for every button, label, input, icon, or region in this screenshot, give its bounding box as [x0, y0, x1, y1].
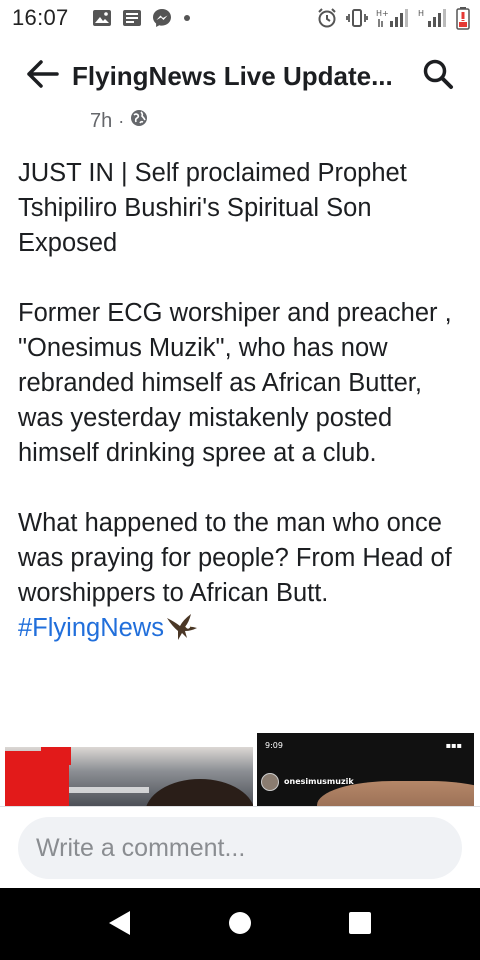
- post-paragraph-3: What happened to the man who once was pr…: [18, 509, 452, 607]
- battery-low-icon: [456, 6, 470, 30]
- hashtag-link[interactable]: #FlyingNews: [18, 614, 164, 642]
- nav-recents-icon: [348, 911, 372, 940]
- signal-h-plus-icon: H+: [376, 7, 410, 29]
- status-system-icons: H+ H: [316, 6, 470, 30]
- nav-home-icon: [227, 910, 253, 941]
- nav-recents-button[interactable]: [343, 908, 377, 942]
- system-nav-bar: [0, 888, 480, 960]
- net-label-1: H+: [376, 9, 389, 18]
- vibrate-icon: [346, 8, 368, 28]
- image-avatar: [261, 773, 279, 791]
- back-arrow-icon: [25, 59, 59, 94]
- post-meta: 7h ·: [90, 109, 148, 133]
- messenger-icon: [152, 8, 172, 28]
- comment-bar: [0, 806, 480, 888]
- dot-icon: [182, 13, 192, 23]
- app-header: FlyingNews Live Update...: [0, 44, 480, 108]
- nav-home-button[interactable]: [223, 908, 257, 942]
- image-status-icons: ▪▪▪: [445, 741, 462, 750]
- status-bar: 16:07 H+ H: [0, 0, 480, 36]
- post-image-left[interactable]: [5, 747, 253, 806]
- image-status-time: 9:09: [265, 741, 283, 750]
- alarm-icon: [316, 7, 338, 29]
- back-button[interactable]: [22, 58, 62, 94]
- post-paragraph-1: JUST IN | Self proclaimed Prophet Tshipi…: [18, 159, 407, 257]
- hashtag-line: #FlyingNews: [18, 611, 466, 652]
- image-username: onesimusmuzik: [284, 777, 354, 786]
- gallery-icon: [92, 9, 112, 27]
- post-media: 9:09 ▪▪▪ onesimusmuzik: [0, 730, 480, 806]
- post-time[interactable]: 7h: [90, 110, 112, 133]
- status-clock: 16:07: [12, 5, 69, 30]
- eagle-icon: [165, 612, 199, 652]
- page-title: FlyingNews Live Update...: [72, 61, 393, 91]
- post-image-right[interactable]: 9:09 ▪▪▪ onesimusmuzik: [257, 733, 474, 806]
- meta-separator: ·: [118, 110, 125, 131]
- nav-back-icon: [106, 909, 132, 942]
- status-notification-icons: [92, 8, 192, 28]
- net-label-2: H: [418, 9, 424, 18]
- search-button[interactable]: [418, 58, 458, 94]
- search-icon: [422, 58, 454, 95]
- post-text: JUST IN | Self proclaimed Prophet Tshipi…: [18, 156, 466, 652]
- post-paragraph-2: Former ECG worshiper and preacher , "One…: [18, 299, 452, 467]
- comment-input[interactable]: [18, 817, 462, 879]
- globe-icon: [130, 109, 148, 133]
- signal-h-icon: H: [418, 7, 448, 29]
- nav-back-button[interactable]: [102, 908, 136, 942]
- news-icon: [122, 9, 142, 27]
